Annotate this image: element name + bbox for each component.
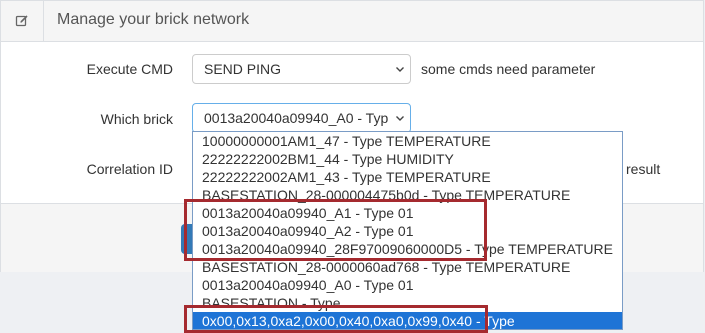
execute-cmd-value: SEND PING <box>204 61 282 77</box>
page-title: Manage your brick network <box>57 11 250 28</box>
list-item[interactable]: 22222222002AM1_43 - Type TEMPERATURE <box>193 168 622 186</box>
list-item[interactable]: BASESTATION_28-0000060ad768 - Type TEMPE… <box>193 258 622 276</box>
panel-header: Manage your brick network <box>1 1 703 42</box>
list-item[interactable]: BASESTATION - Type <box>193 294 622 312</box>
list-item[interactable]: BASESTATION_28-000004475b0d - Type TEMPE… <box>193 186 622 204</box>
which-brick-select[interactable]: 0013a20040a09940_A0 - Typ <box>192 103 411 133</box>
list-item-selected[interactable]: 0x00,0x13,0xa2,0x00,0x40,0xa0,0x99,0x40 … <box>193 312 622 329</box>
chevron-down-icon <box>396 67 404 72</box>
list-item[interactable]: 0013a20040a09940_28F97009060000D5 - Type… <box>193 240 622 258</box>
execute-cmd-hint: some cmds need parameter <box>421 61 596 77</box>
chevron-down-icon <box>396 116 404 121</box>
list-item[interactable]: 0013a20040a09940_A1 - Type 01 <box>193 204 622 222</box>
list-item[interactable]: 0013a20040a09940_A0 - Type 01 <box>193 276 622 294</box>
edit-icon[interactable] <box>1 1 44 41</box>
execute-cmd-label: Execute CMD <box>86 61 173 77</box>
brick-dropdown-list[interactable]: 10000000001AM1_47 - Type TEMPERATURE 222… <box>192 131 623 330</box>
correlation-id-hint: result <box>626 161 661 177</box>
execute-cmd-select[interactable]: SEND PING <box>192 54 411 84</box>
list-item[interactable]: 10000000001AM1_47 - Type TEMPERATURE <box>193 132 622 150</box>
which-brick-value: 0013a20040a09940_A0 - Typ <box>204 110 389 126</box>
which-brick-label: Which brick <box>100 111 173 127</box>
list-item[interactable]: 22222222002BM1_44 - Type HUMIDITY <box>193 150 622 168</box>
list-item[interactable]: 0013a20040a09940_A2 - Type 01 <box>193 222 622 240</box>
correlation-id-label: Correlation ID <box>86 161 173 177</box>
